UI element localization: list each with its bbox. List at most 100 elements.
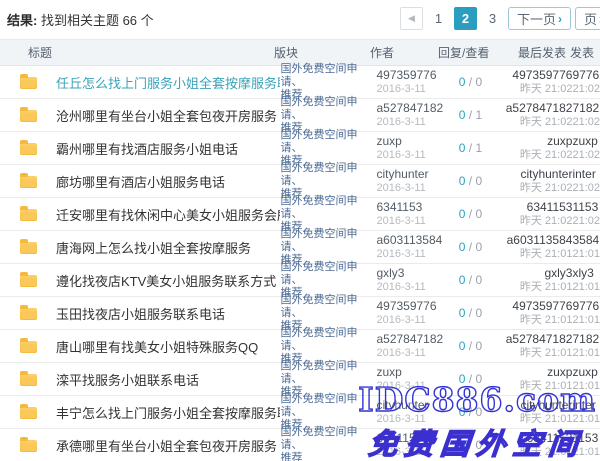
last-post-time-link[interactable]: 昨天 21:01: [496, 346, 572, 360]
last-post-cell: gxly3 昨天 21:01: [496, 266, 572, 294]
last-post-time-link[interactable]: 昨天 21:01: [496, 280, 572, 294]
clipped-time-text: 21:01: [572, 379, 600, 393]
forum-link[interactable]: 国外免费空间申请、: [280, 426, 376, 452]
prev-page-button[interactable]: ◀: [400, 7, 423, 30]
forum-link[interactable]: 国外免费空间申请、: [280, 96, 376, 122]
topic-title-link[interactable]: 玉田找夜店小姐服务联系电话: [56, 307, 225, 322]
folder-icon: [20, 143, 37, 155]
topic-title-cell: 玉田找夜店小姐服务联系电话: [56, 304, 280, 323]
topic-icon-cell: [0, 372, 56, 386]
last-post-time-link[interactable]: 昨天 21:02: [496, 115, 572, 129]
next-page-button[interactable]: 下一页›: [508, 7, 571, 30]
topic-row: 遵化找夜店KTV美女小姐服务联系方式 国外免费空间申请、 推荐 gxly3 20…: [0, 264, 600, 297]
header-clipped-duplicate: 发表: [566, 44, 600, 61]
last-post-time-link[interactable]: 昨天 21:02: [496, 82, 572, 96]
topic-title-cell: 唐山哪里有找美女小姐特殊服务QQ: [56, 337, 280, 356]
last-poster-link[interactable]: a603113584: [496, 233, 572, 247]
forum-link[interactable]: 国外免费空间申请、: [280, 63, 376, 89]
clipped-poster-text: 1153: [572, 200, 600, 214]
page-2-current[interactable]: 2: [454, 7, 477, 30]
view-count: 0: [475, 438, 482, 452]
author-cell: 6341153 2016-3-11: [376, 200, 444, 228]
author-link[interactable]: zuxp: [376, 134, 444, 148]
last-poster-link[interactable]: cityhunter: [496, 398, 572, 412]
author-link[interactable]: zuxp: [376, 365, 444, 379]
last-post-time-link[interactable]: 昨天 21:01: [496, 313, 572, 327]
topic-title-link[interactable]: 迁安哪里有找休闲中心美女小姐服务会所小妹联系方式: [56, 208, 280, 223]
folder-icon: [20, 209, 37, 221]
last-poster-link[interactable]: zuxp: [496, 365, 572, 379]
last-post-time-link[interactable]: 昨天 21:01: [496, 445, 572, 459]
topic-icon-cell: [0, 306, 56, 320]
author-link[interactable]: cityhunter: [376, 398, 444, 412]
topic-title-link[interactable]: 丰宁怎么找上门服务小姐全套按摩服务联系电话: [56, 406, 280, 421]
view-count: 0: [475, 75, 482, 89]
header-forum: 版块: [274, 44, 370, 61]
author-link[interactable]: a603113584: [376, 233, 444, 247]
page-1-link[interactable]: 1: [427, 7, 450, 30]
author-link[interactable]: 497359776: [376, 68, 444, 82]
last-post-time-link[interactable]: 昨天 21:01: [496, 412, 572, 426]
author-link[interactable]: cityhunter: [376, 167, 444, 181]
last-poster-link[interactable]: gxly3: [496, 266, 572, 280]
topic-row: 廊坊哪里有酒店小姐服务电话 国外免费空间申请、 推荐 cityhunter 20…: [0, 165, 600, 198]
forum-link[interactable]: 国外免费空间申请、: [280, 228, 376, 254]
view-count: 0: [475, 174, 482, 188]
forum-link[interactable]: 国外免费空间申请、: [280, 294, 376, 320]
last-post-cell: zuxp 昨天 21:02: [496, 134, 572, 162]
clipped-time-text: 21:01: [572, 313, 600, 327]
topic-title-link[interactable]: 沧州哪里有坐台小姐全套包夜开房服务: [56, 109, 277, 124]
forum-link[interactable]: 国外免费空间申请、: [280, 327, 376, 353]
clipped-poster-text: 7182: [572, 101, 600, 115]
clipped-page-button[interactable]: 页›: [575, 7, 600, 30]
topic-title-link[interactable]: 霸州哪里有找酒店服务小姐电话: [56, 142, 238, 157]
forum-link[interactable]: 国外免费空间申请、: [280, 393, 376, 419]
forum-link[interactable]: 国外免费空间申请、: [280, 261, 376, 287]
clipped-poster-text: xly3: [572, 266, 600, 280]
last-post-time-link[interactable]: 昨天 21:02: [496, 181, 572, 195]
last-post-time-link[interactable]: 昨天 21:02: [496, 148, 572, 162]
clipped-duplicate-cell: zuxp 21:02: [572, 134, 600, 162]
author-link[interactable]: 6341153: [376, 431, 444, 445]
last-poster-link[interactable]: 6341153: [496, 200, 572, 214]
last-post-time-link[interactable]: 昨天 21:01: [496, 379, 572, 393]
last-poster-link[interactable]: 497359776: [496, 299, 572, 313]
forum-link[interactable]: 国外免费空间申请、: [280, 360, 376, 386]
forum-link[interactable]: 国外免费空间申请、: [280, 162, 376, 188]
last-poster-link[interactable]: a527847182: [496, 332, 572, 346]
topic-title-link[interactable]: 唐海网上怎么找小姐全套按摩服务: [56, 241, 251, 256]
last-post-cell: cityhunter 昨天 21:01: [496, 398, 572, 426]
forum-link-line2[interactable]: 推荐: [280, 452, 376, 461]
forum-link[interactable]: 国外免费空间申请、: [280, 195, 376, 221]
author-link[interactable]: 6341153: [376, 200, 444, 214]
last-post-time-link[interactable]: 昨天 21:02: [496, 214, 572, 228]
topic-title-link[interactable]: 唐山哪里有找美女小姐特殊服务QQ: [56, 340, 258, 355]
topic-title-link[interactable]: 任丘怎么找上门服务小姐全套按摩服务联系电话: [56, 76, 280, 91]
author-link[interactable]: gxly3: [376, 266, 444, 280]
clipped-poster-text: inter: [572, 167, 600, 181]
folder-icon: [20, 308, 37, 320]
replies-views-cell: 0 / 0: [444, 75, 496, 89]
author-link[interactable]: a527847182: [376, 101, 444, 115]
topic-row: 唐山哪里有找美女小姐特殊服务QQ 国外免费空间申请、 推荐 a527847182…: [0, 330, 600, 363]
clipped-duplicate-cell: 3584 21:01: [572, 233, 600, 261]
topic-title-link[interactable]: 遵化找夜店KTV美女小姐服务联系方式: [56, 274, 276, 289]
last-poster-link[interactable]: 497359776: [496, 68, 572, 82]
forum-link[interactable]: 国外免费空间申请、: [280, 129, 376, 155]
replies-views-cell: 0 / 1: [444, 141, 496, 155]
topic-row: 玉田找夜店小姐服务联系电话 国外免费空间申请、 推荐 497359776 201…: [0, 297, 600, 330]
topic-title-link[interactable]: 承德哪里有坐台小姐全套包夜开房服务: [56, 439, 277, 454]
last-poster-link[interactable]: a527847182: [496, 101, 572, 115]
author-cell: a527847182 2016-3-11: [376, 332, 444, 360]
last-post-time-link[interactable]: 昨天 21:01: [496, 247, 572, 261]
author-link[interactable]: 497359776: [376, 299, 444, 313]
last-poster-link[interactable]: cityhunter: [496, 167, 572, 181]
topic-title-cell: 遵化找夜店KTV美女小姐服务联系方式: [56, 271, 280, 290]
last-poster-link[interactable]: 6341153: [496, 431, 572, 445]
author-link[interactable]: a527847182: [376, 332, 444, 346]
topic-title-link[interactable]: 滦平找服务小姐联系电话: [56, 373, 199, 388]
page-3-link[interactable]: 3: [481, 7, 504, 30]
topic-title-link[interactable]: 廊坊哪里有酒店小姐服务电话: [56, 175, 225, 190]
last-poster-link[interactable]: zuxp: [496, 134, 572, 148]
author-cell: cityhunter 2016-3-11: [376, 398, 444, 426]
